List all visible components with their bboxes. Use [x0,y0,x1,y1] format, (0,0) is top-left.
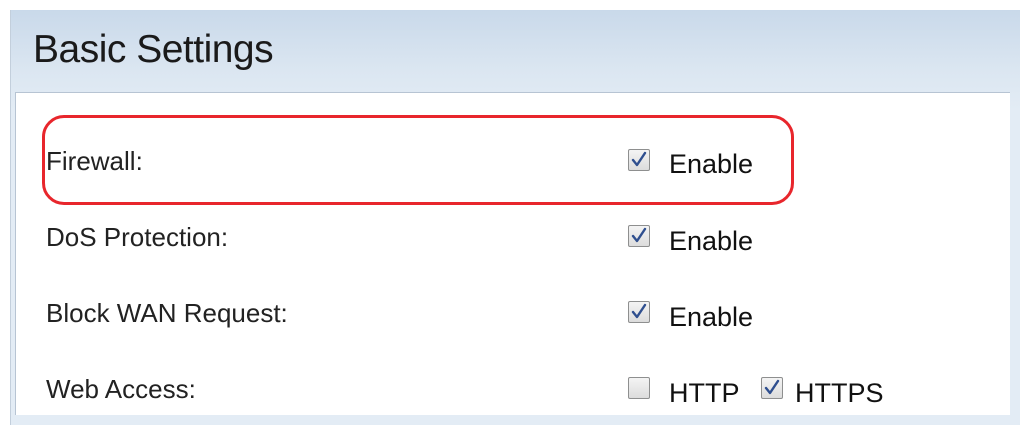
dos-protection-row: DoS Protection: Enable [16,217,1011,257]
web-access-https-label: HTTPS [795,378,884,408]
web-access-row: Web Access: HTTP HTTPS [16,369,1011,409]
check-icon [764,379,780,395]
check-icon [631,227,647,243]
block-wan-request-enable-checkbox[interactable] [628,301,650,323]
page-title: Basic Settings [33,28,274,71]
web-access-https-checkbox[interactable] [761,377,783,399]
web-access-http-label: HTTP [669,378,740,408]
web-access-http-checkbox[interactable] [628,377,650,399]
dos-protection-enable-checkbox[interactable] [628,225,650,247]
web-access-label: Web Access: [46,374,196,404]
firewall-highlight-outline [42,115,794,205]
block-wan-request-label: Block WAN Request: [46,298,288,328]
block-wan-request-enable-label: Enable [669,302,754,332]
dos-protection-label: DoS Protection: [46,222,229,252]
check-icon [631,303,647,319]
block-wan-request-row: Block WAN Request: Enable [16,293,1011,333]
dos-protection-enable-label: Enable [669,226,754,256]
